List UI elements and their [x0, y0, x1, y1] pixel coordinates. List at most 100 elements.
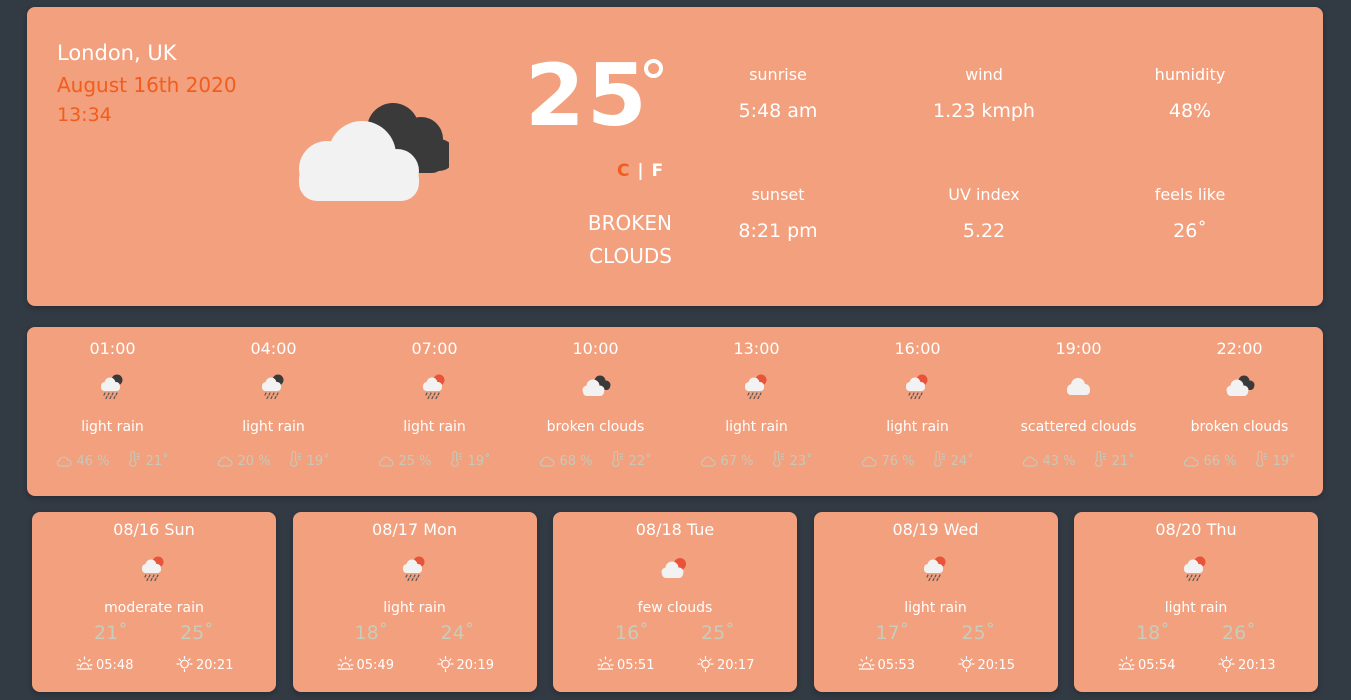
- unit-separator: |: [637, 161, 644, 181]
- hourly-time: 19:00: [1055, 339, 1102, 358]
- daily-description: light rain: [1164, 600, 1228, 616]
- daily-sunrise-time: 05:48: [96, 658, 134, 673]
- hourly-time: 10:00: [572, 339, 619, 358]
- hourly-description: light rain: [886, 419, 949, 435]
- daily-sunset: 20:17: [697, 655, 754, 673]
- stat-value: 5:48 am: [738, 100, 818, 122]
- daily-sunrise: 05:53: [857, 656, 915, 673]
- hourly-meta: 76 % 24˚: [837, 450, 998, 469]
- hourly-cloud-cover: 43 %: [1042, 454, 1076, 469]
- daily-sunrise: 05:48: [76, 656, 133, 673]
- degree-symbol-icon: [644, 59, 663, 78]
- daily-card: 08/17 Mon light rain 18˚ 24˚ 05:49 20:19: [292, 512, 537, 692]
- daily-card: 08/16 Sun moderate rain 21˚ 25˚ 05:48 20:21: [32, 512, 276, 692]
- stat-value: 26˚: [1173, 220, 1207, 242]
- hourly-temperature: 19˚: [306, 454, 330, 469]
- daily-min-temp: 18˚: [1136, 622, 1170, 644]
- current-description-line2: clouds: [589, 244, 672, 268]
- daily-max-temp: 25˚: [180, 622, 214, 644]
- sunrise-icon: [336, 656, 354, 670]
- daily-min-temp: 16˚: [615, 622, 649, 644]
- cloud-cover-icon: [1023, 456, 1038, 467]
- hourly-cloud-cover: 46 %: [76, 454, 110, 469]
- hourly-temperature: 19˚: [467, 454, 491, 469]
- daily-max-temp: 26˚: [1222, 622, 1256, 644]
- sun-icon: [436, 655, 454, 673]
- daily-min-temp: 21˚: [94, 622, 128, 644]
- daily-date: 08/20 Thu: [1155, 520, 1237, 539]
- cloud-cover-icon: [701, 456, 716, 467]
- stat-label: feels like: [1154, 185, 1226, 204]
- hourly-item: 16:00 light rain 76 % 24˚: [837, 327, 998, 496]
- hourly-meta: 20 % 19˚: [193, 450, 354, 469]
- hourly-forecast-card: 01:00 light rain 46 % 21˚ 04:00 light rain …: [27, 327, 1323, 496]
- cloud-cover-icon: [862, 456, 877, 467]
- hourly-item: 07:00 light rain 25 % 19˚: [354, 327, 515, 496]
- current-description: broken clouds: [547, 207, 672, 273]
- daily-date: 08/18 Tue: [635, 520, 715, 539]
- hourly-item: 01:00 light rain 46 % 21˚: [32, 327, 193, 496]
- hourly-description: light rain: [403, 419, 466, 435]
- daily-sunrise: 05:51: [597, 656, 654, 673]
- stat-wind: wind 1.23 kmph: [884, 65, 1084, 122]
- hourly-time: 16:00: [894, 339, 941, 358]
- sun-icon: [957, 655, 975, 673]
- daily-card: 08/20 Thu light rain 18˚ 26˚ 05:54 20:13: [1074, 512, 1318, 692]
- stat-feels-like: feels like 26˚: [1090, 185, 1290, 242]
- hourly-description: light rain: [725, 419, 788, 435]
- current-time: 13:34: [57, 104, 112, 126]
- stat-sunset: sunset 8:21 pm: [678, 185, 878, 242]
- daily-sunset: 20:13: [1218, 655, 1276, 673]
- stat-label: sunrise: [749, 65, 807, 84]
- hourly-cloud-cover: 67 %: [720, 454, 754, 469]
- daily-card: 08/19 Wed light rain 17˚ 25˚ 05:53 20:15: [813, 512, 1058, 692]
- hourly-item: 19:00 scattered clouds 43 % 21˚: [998, 327, 1159, 496]
- sun-icon: [1218, 655, 1235, 673]
- hourly-description: light rain: [242, 419, 305, 435]
- daily-description: moderate rain: [104, 600, 204, 616]
- daily-description: few clouds: [637, 600, 713, 616]
- celsius-toggle[interactable]: C: [617, 161, 629, 181]
- hourly-cloud-cover: 20 %: [237, 454, 271, 469]
- daily-max-temp: 25˚: [701, 622, 735, 644]
- daily-date: 08/17 Mon: [372, 520, 457, 539]
- daily-sunset-time: 20:15: [977, 658, 1015, 673]
- daily-sunset-time: 20:19: [456, 658, 494, 673]
- daily-sunset-time: 20:21: [196, 658, 234, 673]
- daily-max-temp: 25˚: [961, 622, 996, 644]
- current-description-line1: broken: [587, 211, 672, 235]
- daily-sunset: 20:15: [957, 655, 1015, 673]
- daily-description: light rain: [383, 600, 446, 616]
- cloud-cover-icon: [1184, 456, 1199, 467]
- rain-day-icon: [142, 556, 164, 582]
- thermometer-icon: [129, 450, 141, 467]
- daily-min-temp: 17˚: [875, 622, 910, 644]
- broken-clouds-icon: [582, 375, 610, 396]
- stat-uv-index: UV index 5.22: [884, 185, 1084, 242]
- daily-sunrise: 05:49: [336, 656, 394, 673]
- daily-sunset-time: 20:13: [1238, 658, 1276, 673]
- hourly-meta: 67 % 23˚: [676, 450, 837, 469]
- cloud-cover-icon: [218, 456, 233, 467]
- daily-sunset: 20:19: [436, 655, 494, 673]
- rain-night-icon: [100, 374, 122, 400]
- thermometer-icon: [1256, 450, 1268, 467]
- cloud-icon: [1066, 378, 1090, 395]
- daily-date: 08/16 Sun: [113, 520, 195, 539]
- rain-day-icon: [422, 374, 444, 400]
- thermometer-icon: [451, 450, 463, 467]
- hourly-description: broken clouds: [546, 419, 645, 435]
- location: London, UK: [57, 41, 177, 65]
- fahrenheit-toggle[interactable]: F: [652, 161, 664, 181]
- stat-label: humidity: [1154, 65, 1226, 84]
- sunrise-icon: [76, 656, 93, 670]
- thermometer-icon: [290, 450, 302, 467]
- stat-sunrise: sunrise 5:48 am: [678, 65, 878, 122]
- rain-day-icon: [744, 374, 766, 400]
- stat-value: 8:21 pm: [738, 220, 818, 242]
- stat-value: 5.22: [962, 220, 1006, 242]
- hourly-meta: 66 % 19˚: [1159, 450, 1320, 469]
- stat-value: 48%: [1168, 100, 1212, 122]
- broken-clouds-icon: [299, 103, 449, 201]
- daily-sunrise-time: 05:53: [877, 658, 915, 673]
